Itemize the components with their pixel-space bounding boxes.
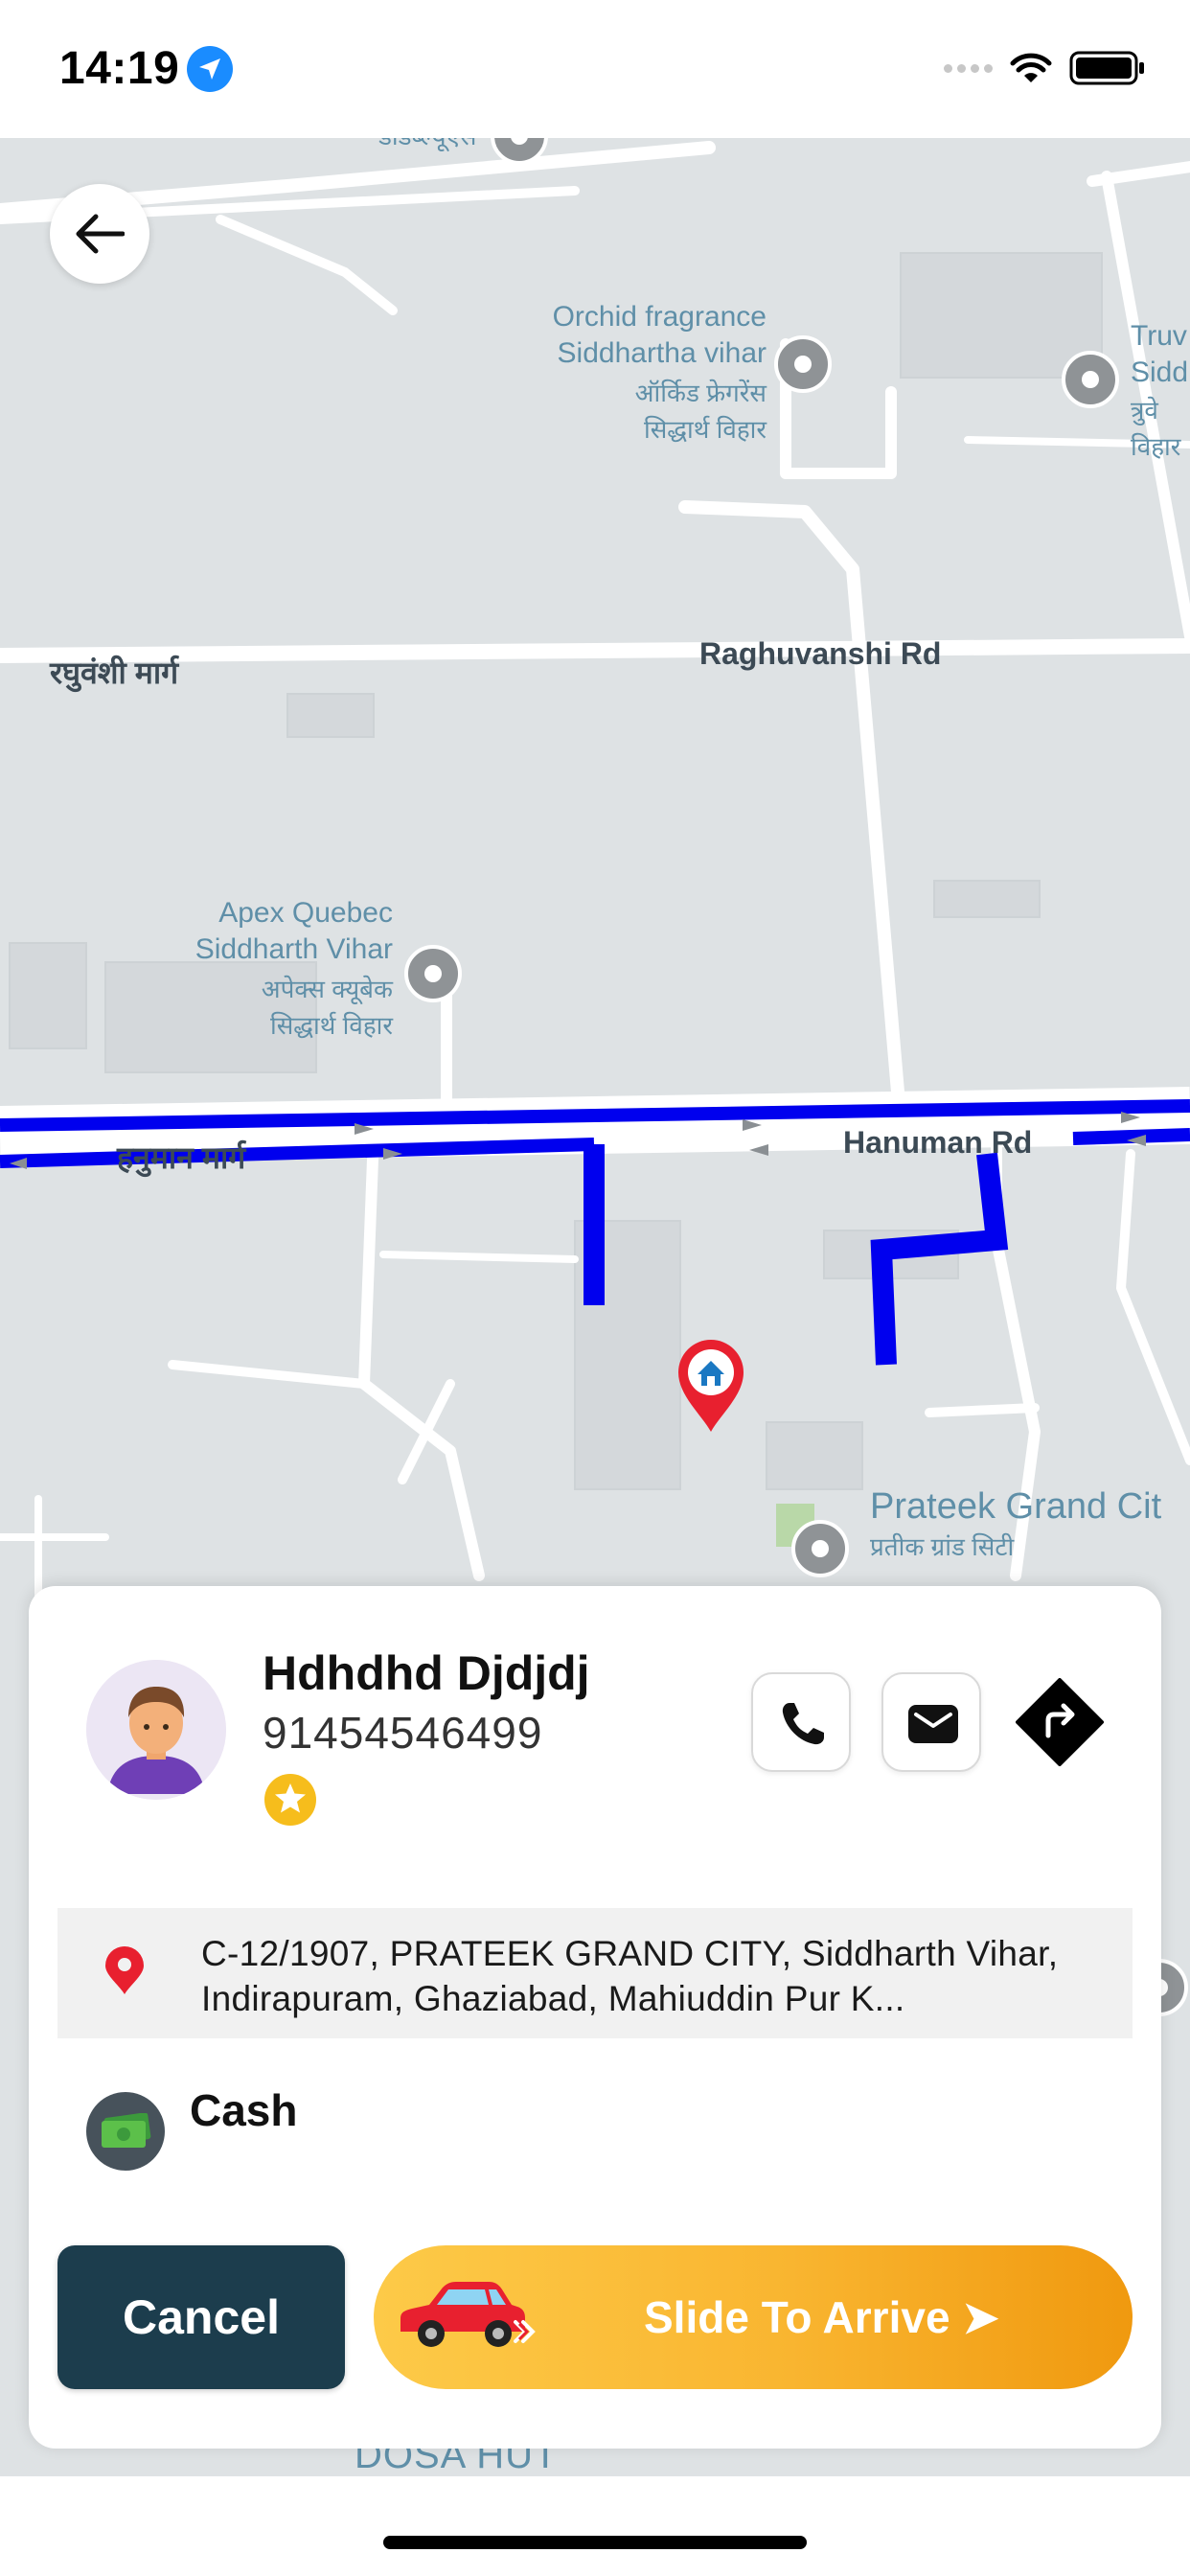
poi-label: त्रुवे — [1131, 396, 1158, 425]
avatar — [86, 1660, 226, 1800]
poi-label: ऑर्किड फ्रेगरेंस — [634, 379, 767, 407]
poi-label: Prateek Grand Cit — [870, 1486, 1162, 1527]
status-bar: 14:19 — [0, 0, 1190, 138]
rider-phone: 91454546499 — [263, 1708, 543, 1758]
cash-icon — [86, 2092, 165, 2171]
poi-label: Apex Quebec — [218, 897, 393, 929]
message-button[interactable] — [881, 1672, 981, 1772]
payment-method: Cash — [190, 2085, 298, 2135]
navigation-directions-icon[interactable] — [1016, 1678, 1104, 1766]
poi-label: सिद्धार्थ विहार — [643, 415, 767, 444]
bottom-safe-area — [0, 2476, 1190, 2576]
pickup-address: C-12/1907, PRATEEK GRAND CITY, Siddharth… — [201, 1934, 1059, 2018]
poi-pin-icon[interactable] — [1062, 351, 1119, 408]
envelope-icon — [908, 1705, 958, 1743]
poi-pin-icon[interactable] — [774, 335, 832, 393]
phone-icon — [782, 1703, 824, 1745]
poi-label: Siddharth Vihar — [195, 933, 393, 965]
road-label-hanuman-en: Hanuman Rd — [843, 1125, 1033, 1160]
poi-label: Truv — [1131, 320, 1187, 352]
road-label-raghuvanshi-en: Raghuvanshi Rd — [699, 636, 942, 671]
rating-star-icon — [264, 1774, 316, 1826]
back-button[interactable] — [50, 184, 149, 284]
poi-label: प्रतीक ग्रांड सिटी — [870, 1532, 1015, 1561]
poi-pin-icon[interactable] — [791, 1520, 849, 1577]
battery-icon — [1069, 51, 1144, 85]
trip-details-card: Hdhdhd Djdjdj 91454546499 C-12/1907, PRA… — [29, 1586, 1161, 2449]
location-pin-icon — [105, 1946, 144, 1994]
slide-to-arrive-button[interactable]: Slide To Arrive ➤ — [374, 2245, 1133, 2389]
poi-label: सिद्धार्थ विहार — [269, 1011, 393, 1040]
user-avatar-icon — [86, 1660, 226, 1800]
poi-label: Sidd — [1131, 356, 1189, 388]
poi-label: विहार — [1131, 432, 1181, 461]
status-icons — [944, 50, 1146, 86]
road-label-hanuman-hi: हनुमान मार्ग — [117, 1140, 246, 1175]
car-icon[interactable] — [393, 2274, 537, 2360]
rider-name: Hdhdhd Djdjdj — [263, 1646, 590, 1700]
back-arrow-icon — [76, 214, 125, 254]
poi-label: Orchid fragrance — [552, 301, 767, 333]
home-indicator[interactable] — [383, 2536, 807, 2549]
poi-label: अपेक्स क्यूबेक — [261, 975, 393, 1003]
road-label-raghuvanshi-hi: रघुवंशी मार्ग — [50, 656, 179, 690]
poi-label: Siddhartha vihar — [557, 337, 767, 369]
status-time: 14:19 — [59, 43, 180, 94]
cellular-signal-icon — [944, 63, 993, 73]
wifi-icon — [1010, 53, 1052, 82]
cancel-button[interactable]: Cancel — [57, 2245, 345, 2389]
call-button[interactable] — [751, 1672, 851, 1772]
slide-label: Slide To Arrive ➤ — [644, 2292, 999, 2342]
home-marker-icon — [678, 1340, 744, 1432]
poi-pin-icon[interactable] — [404, 945, 462, 1002]
pickup-address-box: C-12/1907, PRATEEK GRAND CITY, Siddharth… — [57, 1908, 1133, 2038]
poi-label: डीडब्ल्यूएस — [378, 138, 477, 153]
location-arrow-icon — [187, 46, 233, 92]
